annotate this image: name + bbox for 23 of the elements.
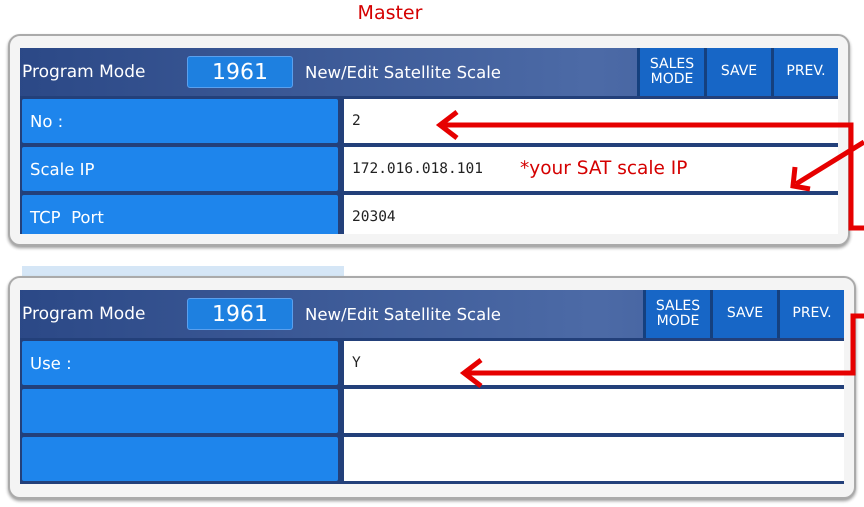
input-field[interactable] [344,437,844,481]
field-label: No : [22,99,338,143]
input-field[interactable]: 2 [344,99,838,143]
field-label: Scale IP [22,147,338,191]
header-button[interactable]: PREV. [771,48,838,96]
mode-label: Program Mode [22,304,146,324]
input-field[interactable]: 20304 [344,195,838,234]
screen-title: New/Edit Satellite Scale [305,62,502,82]
field-label: TCP Port [22,195,338,234]
header-button[interactable]: SAVE [710,290,777,338]
screen-title: New/Edit Satellite Scale [305,304,502,324]
header-button[interactable]: SAVE [704,48,771,96]
caption: Master [356,1,424,26]
field-label: Use : [22,341,338,385]
header-button[interactable]: SALES MODE [643,290,710,338]
input-field[interactable]: Y [344,341,844,385]
mode-label: Program Mode [22,62,146,82]
header-button[interactable]: PREV. [777,290,844,338]
program-code: 1961 [187,298,293,330]
input-field[interactable] [344,389,844,433]
program-code: 1961 [187,56,293,88]
header-button[interactable]: SALES MODE [637,48,704,96]
annotation-note: *your SAT scale IP [520,158,688,179]
